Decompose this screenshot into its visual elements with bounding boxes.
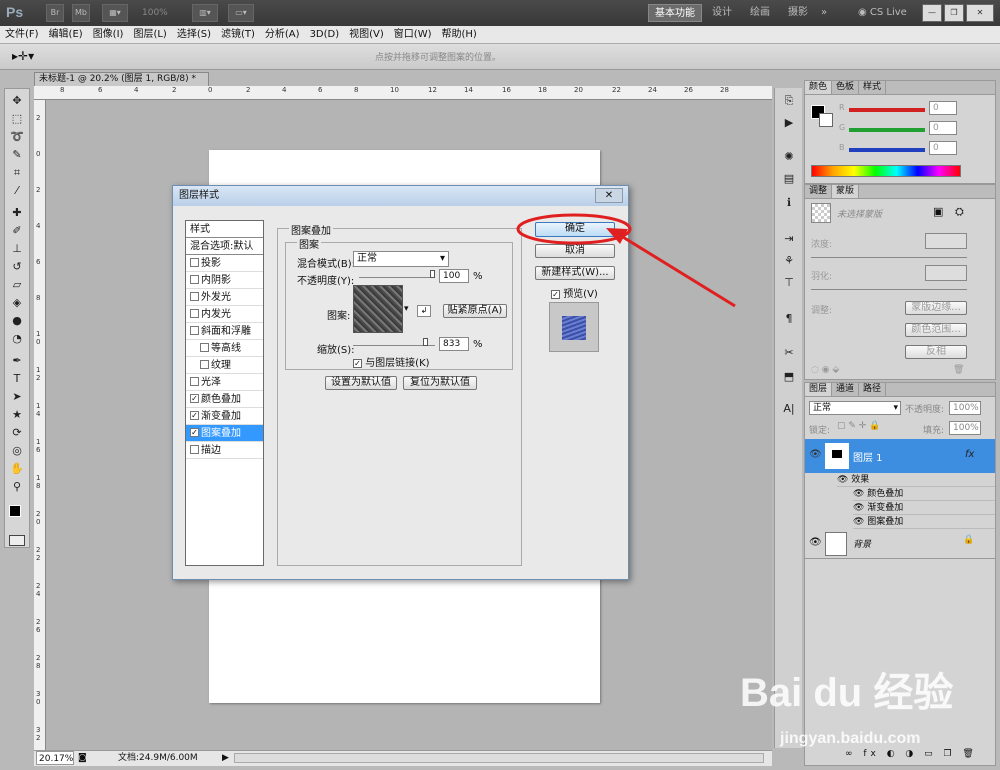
annotation-arrow-line <box>617 232 736 308</box>
baidu-watermark-url: jingyan.baidu.com <box>780 730 921 747</box>
annotation-overlay <box>516 213 736 308</box>
baidu-watermark-logo: Bai du 经验 <box>740 671 954 715</box>
